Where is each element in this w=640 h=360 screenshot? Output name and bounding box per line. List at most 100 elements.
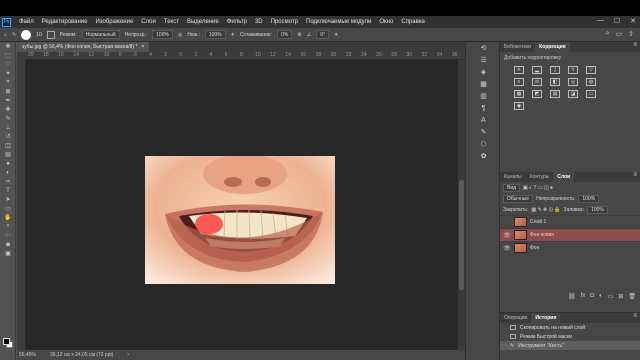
share-icon[interactable]: ⇪ (628, 30, 634, 38)
posterize-icon[interactable]: ▤ (550, 90, 560, 98)
layers-menu-icon[interactable]: ≡ (633, 172, 637, 178)
tab-history[interactable]: История (531, 313, 561, 323)
tab-channels[interactable]: Каналы (500, 172, 526, 182)
canvas-area[interactable] (26, 60, 458, 350)
brush-settings-icon[interactable] (46, 30, 55, 39)
opacity-input[interactable]: 100% (152, 30, 173, 39)
lasso-tool-icon[interactable]: ➰ (0, 60, 16, 69)
menu-layers[interactable]: Слои (137, 19, 160, 25)
character-panel-icon[interactable]: A (466, 114, 501, 126)
smoothing-input[interactable]: 0% (277, 30, 293, 39)
move-tool-icon[interactable]: ✥ (0, 42, 16, 51)
menu-image[interactable]: Изображение (91, 19, 137, 25)
blur-tool-icon[interactable]: ● (0, 159, 16, 168)
history-item[interactable]: Режим Быстрой маски (500, 332, 640, 341)
smoothing-settings-icon[interactable]: ⚙ (297, 32, 301, 38)
history-panel-icon[interactable]: ⟲ (466, 42, 501, 54)
selective-color-icon[interactable]: ◉ (514, 102, 524, 110)
tab-adjustments[interactable]: Коррекция (535, 42, 570, 52)
rectangle-tool-icon[interactable]: ▭ (0, 204, 16, 213)
tab-paths[interactable]: Контуры (526, 172, 554, 182)
search-icon[interactable]: ⌕ (606, 30, 610, 38)
curves-icon[interactable]: ∫ (550, 66, 560, 74)
minimize-icon[interactable]: — (597, 17, 604, 25)
history-brush-tool-icon[interactable]: ↺ (0, 132, 16, 141)
gradient-tool-icon[interactable]: ▤ (0, 150, 16, 159)
layer-filter-select[interactable]: Вид (503, 183, 521, 192)
marquee-tool-icon[interactable]: ⬚ (0, 51, 16, 60)
airbrush-icon[interactable]: ✈ (231, 32, 235, 38)
history-menu-icon[interactable]: ≡ (633, 313, 637, 319)
eraser-tool-icon[interactable]: ◫ (0, 141, 16, 150)
brush-size[interactable]: 10 (36, 32, 42, 38)
teeth-photo[interactable] (145, 156, 335, 284)
menu-window[interactable]: Окно (375, 19, 397, 25)
brush-tool-icon[interactable]: ✎ (12, 32, 16, 38)
learn-panel-icon[interactable]: ✿ (466, 150, 501, 162)
zoom-level[interactable]: 56,45% (19, 352, 36, 358)
clone-stamp-tool-icon[interactable]: ⊥ (0, 123, 16, 132)
menu-file[interactable]: Файл (15, 19, 38, 25)
color-lookup-icon[interactable]: ▦ (514, 90, 524, 98)
brightness-contrast-icon[interactable]: ☀ (514, 66, 524, 74)
color-panel-icon[interactable]: ◈ (466, 66, 501, 78)
invert-icon[interactable]: ◩ (532, 90, 542, 98)
levels-icon[interactable]: ▂ (532, 66, 542, 74)
menu-type[interactable]: Текст (160, 19, 183, 25)
type-tool-icon[interactable]: T (0, 186, 16, 195)
3d-panel-icon[interactable]: ⬡ (466, 138, 501, 150)
filter-icons[interactable]: ▣ ◐ T ▭ ◫ ● (523, 185, 553, 191)
status-arrow-icon[interactable]: › (127, 352, 129, 358)
trash-icon[interactable]: 🗑 (628, 293, 636, 300)
path-selection-tool-icon[interactable]: ➤ (0, 195, 16, 204)
threshold-icon[interactable]: ◪ (568, 90, 578, 98)
foreground-color-swatch[interactable] (3, 338, 10, 345)
mode-select[interactable]: Нормальный (81, 30, 120, 39)
menu-edit[interactable]: Редактирование (38, 19, 92, 25)
new-layer-icon[interactable]: ⊞ (618, 293, 623, 300)
tab-actions[interactable]: Операции (500, 313, 531, 323)
menu-filter[interactable]: Фильтр (223, 19, 251, 25)
close-tab-icon[interactable]: × (141, 42, 144, 52)
screen-mode-icon[interactable]: ▣ (0, 249, 16, 258)
vibrance-icon[interactable]: ▽ (586, 66, 596, 74)
symmetry-icon[interactable]: ✳ (334, 32, 338, 38)
fx-icon[interactable]: fx (581, 293, 586, 300)
pen-tool-icon[interactable]: ✑ (0, 177, 16, 186)
tab-libraries[interactable]: Библиотеки (500, 42, 535, 52)
brush-preview-icon[interactable] (21, 29, 32, 40)
home-icon[interactable]: ⌂ (4, 32, 7, 38)
hue-saturation-icon[interactable]: ≡ (514, 78, 524, 86)
zoom-tool-icon[interactable]: ⌕ (0, 222, 16, 231)
document-tab[interactable]: зубы.jpg @ 56,4% (Фон копия, Быстрая мас… (17, 42, 150, 52)
exposure-icon[interactable]: ± (568, 66, 578, 74)
blend-mode-select[interactable]: Обычные (503, 194, 534, 203)
menu-help[interactable]: Справка (397, 19, 429, 25)
hand-tool-icon[interactable]: ✋ (0, 213, 16, 222)
menu-plugins[interactable]: Подключаемые модули (302, 19, 375, 25)
properties-panel-icon[interactable]: ☰ (466, 54, 501, 66)
healing-brush-tool-icon[interactable]: ✚ (0, 105, 16, 114)
layer-row-layer1[interactable]: Слой 1 (500, 215, 640, 228)
menu-select[interactable]: Выделение (183, 19, 223, 25)
workspace-icon[interactable]: ▭ (616, 30, 623, 38)
crop-tool-icon[interactable]: ⌗ (0, 78, 16, 87)
black-white-icon[interactable]: ◧ (550, 78, 560, 86)
adjustment-layer-icon[interactable]: ◐ (599, 293, 603, 300)
angle-input[interactable]: 0° (316, 30, 330, 39)
gradient-map-icon[interactable]: ▭ (586, 90, 596, 98)
swatches-panel-icon[interactable]: ▦ (466, 78, 501, 90)
tab-layers[interactable]: Слои (553, 172, 575, 182)
menu-3d[interactable]: 3D (251, 19, 267, 25)
close-icon[interactable]: ✕ (630, 17, 636, 25)
flow-input[interactable]: 100% (204, 30, 226, 39)
frame-tool-icon[interactable]: ⊠ (0, 87, 16, 96)
more-tools-icon[interactable]: ⋯ (0, 231, 16, 240)
photo-filter-icon[interactable]: ◎ (568, 78, 578, 86)
mask-icon[interactable]: ◘ (590, 293, 594, 300)
dodge-tool-icon[interactable]: ◐ (0, 168, 16, 177)
maximize-icon[interactable]: ☐ (614, 17, 620, 25)
layer-row-background-copy[interactable]: 👁 Фон копия (500, 228, 640, 241)
history-item-active[interactable]: ✎ Инструмент "Кисть" (500, 341, 640, 350)
channel-mixer-icon[interactable]: ◍ (586, 78, 596, 86)
